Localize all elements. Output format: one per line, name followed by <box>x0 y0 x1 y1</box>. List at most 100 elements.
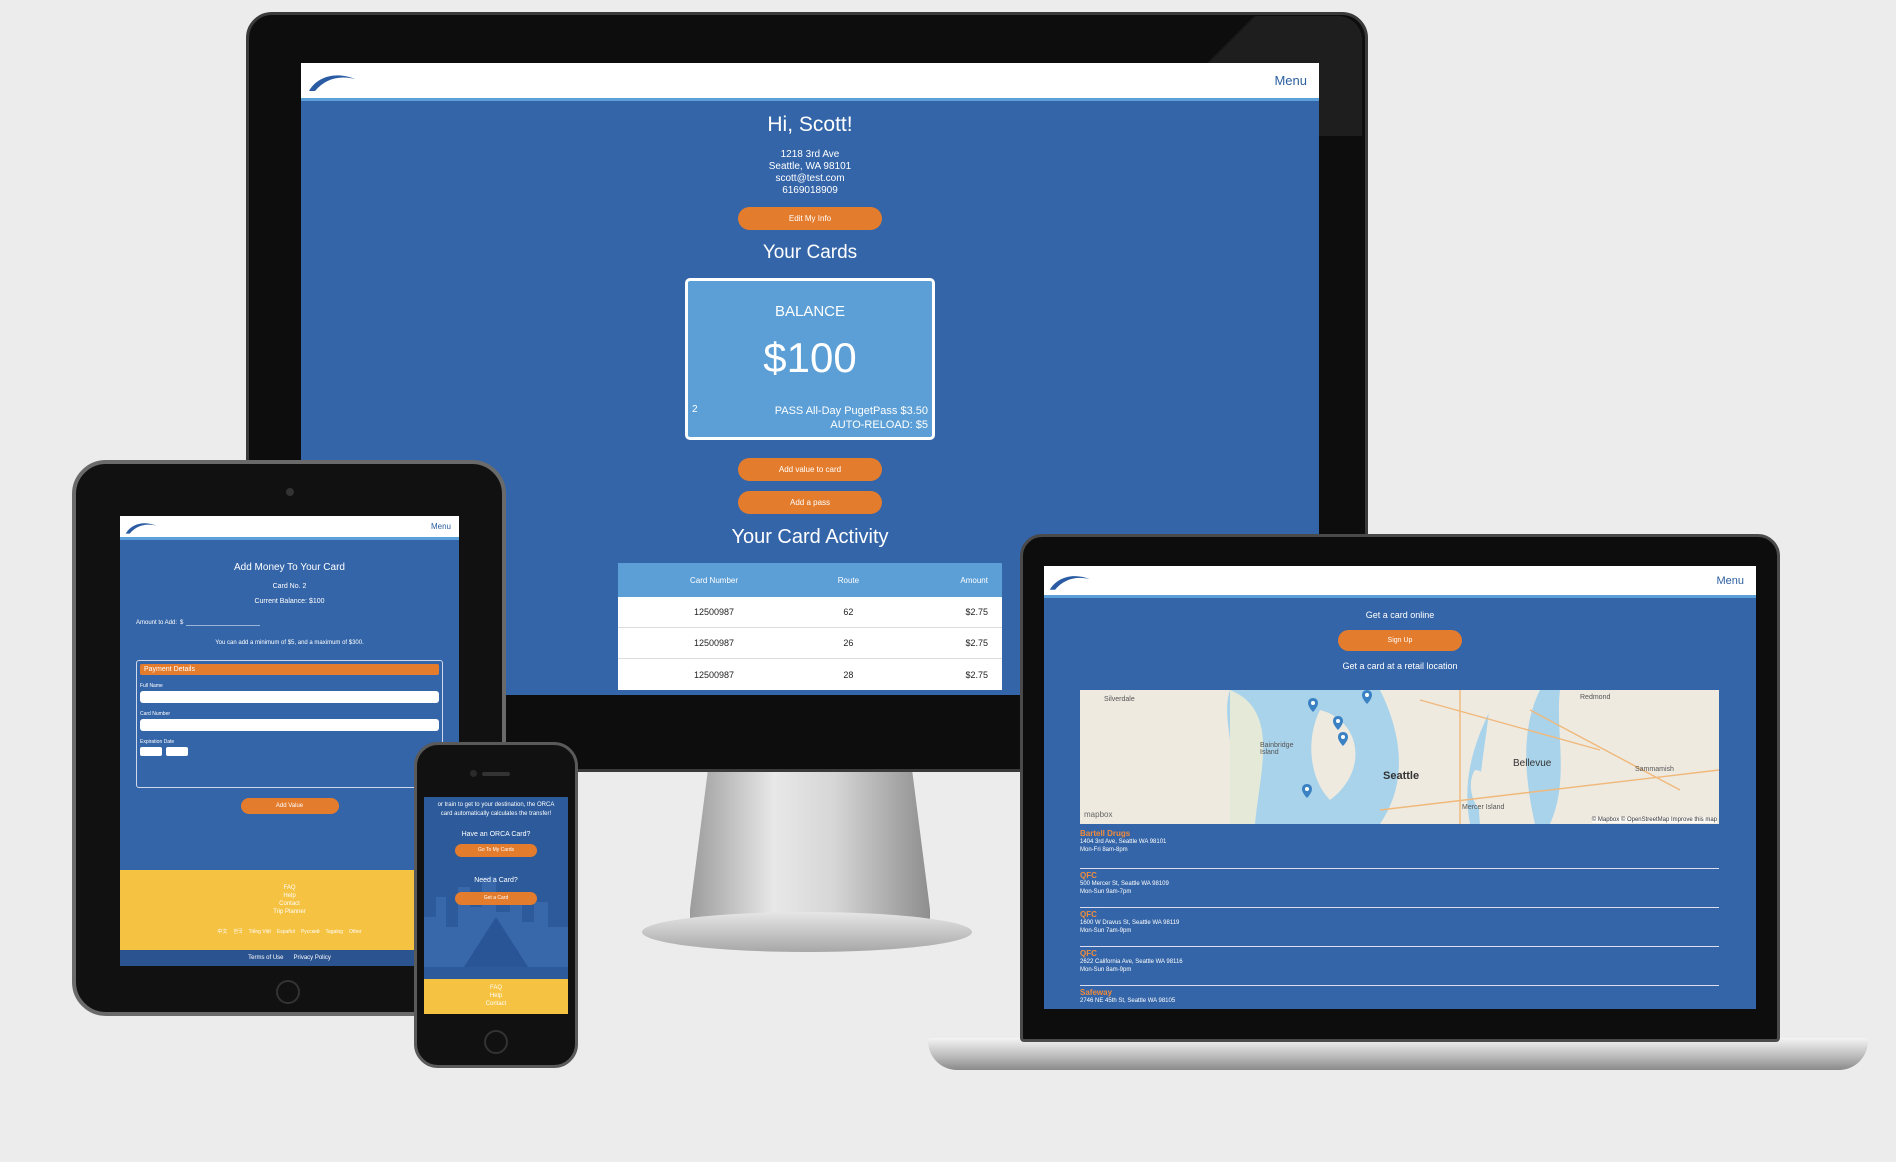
pass-text: PASS All-Day PugetPass $3.50 <box>774 405 928 417</box>
add-value-button[interactable]: Add value to card <box>738 458 882 481</box>
language-link[interactable]: Tiếng Việt <box>249 928 271 936</box>
tablet-header: Menu <box>120 516 459 540</box>
edit-info-button[interactable]: Edit My Info <box>738 207 882 230</box>
footer-link-trip-planner[interactable]: Trip Planner <box>120 908 459 916</box>
laptop-screen: Menu Get a card online Sign Up Get a car… <box>1044 566 1756 1009</box>
card-number-label: Card Number <box>140 711 171 717</box>
signup-button[interactable]: Sign Up <box>1338 630 1462 651</box>
retail-map[interactable]: Seattle Bellevue Bainbridge Island Silve… <box>1080 690 1719 824</box>
monitor-stand <box>690 760 930 930</box>
cell-amount: $2.75 <box>965 669 988 680</box>
table-header-row: Card Number Route Amount <box>618 563 1002 597</box>
map-pin-icon[interactable] <box>1338 732 1348 746</box>
tablet-legal-bar: Terms of Use Privacy Policy <box>120 950 459 966</box>
footer-link-faq[interactable]: FAQ <box>120 884 459 892</box>
full-name-label: Full Name <box>140 683 163 689</box>
add-pass-button[interactable]: Add a pass <box>738 491 882 514</box>
menu-link[interactable]: Menu <box>1716 575 1744 587</box>
list-item[interactable]: Safeway 2746 NE 45th St, Seattle WA 9810… <box>1080 986 1719 1008</box>
address-line1: 1218 3rd Ave <box>780 149 840 160</box>
map-attribution[interactable]: © Mapbox © OpenStreetMap Improve this ma… <box>1591 817 1717 823</box>
map-land <box>1080 690 1719 824</box>
location-hours: Mon-Sun 7am-9pm <box>1080 928 1132 934</box>
footer-link-contact[interactable]: Contact <box>120 900 459 908</box>
exp-month-select[interactable] <box>140 747 162 756</box>
location-hours: Mon-Sun 9am-7pm <box>1080 889 1132 895</box>
footer-link-help[interactable]: Help <box>120 892 459 900</box>
go-to-cards-button[interactable]: Go To My Cards <box>455 844 537 857</box>
list-item[interactable]: Bartell Drugs 1404 3rd Ave, Seattle WA 9… <box>1080 830 1719 869</box>
email-text: scott@test.com <box>775 173 845 184</box>
list-item[interactable]: QFC 2622 California Ave, Seattle WA 9811… <box>1080 947 1719 986</box>
language-link[interactable]: Русский <box>301 928 320 936</box>
location-name: QFC <box>1080 910 1097 919</box>
table-row[interactable]: 12500987 62 $2.75 <box>618 597 1002 628</box>
language-link[interactable]: Other <box>349 928 362 936</box>
amount-input[interactable] <box>186 619 261 626</box>
location-address: 2622 California Ave, Seattle WA 98116 <box>1080 959 1183 965</box>
location-address: 500 Mercer St, Seattle WA 98109 <box>1080 881 1169 887</box>
orca-logo-icon <box>125 523 157 534</box>
terms-link[interactable]: Terms of Use <box>248 955 283 961</box>
tablet-screen: Menu Add Money To Your Card Card No. 2 C… <box>120 516 459 966</box>
cell-route: 62 <box>843 607 854 617</box>
menu-link[interactable]: Menu <box>431 522 451 531</box>
table-row[interactable]: 12500987 28 $2.75 <box>618 659 1002 690</box>
intro-text: or train to get to your destination, the… <box>437 802 555 817</box>
cell-card-number: 12500987 <box>693 669 735 680</box>
amount-label: Amount to Add: <box>136 619 178 626</box>
balance-card[interactable]: BALANCE $100 2 PASS All-Day PugetPass $3… <box>685 278 935 440</box>
language-link[interactable]: Español <box>277 928 295 936</box>
cell-route: 28 <box>843 669 854 680</box>
footer-link-faq[interactable]: FAQ <box>424 984 568 992</box>
add-value-button[interactable]: Add Value <box>240 798 339 814</box>
phone-speaker <box>482 772 510 776</box>
list-item[interactable]: QFC 500 Mercer St, Seattle WA 98109 Mon-… <box>1080 869 1719 908</box>
balance-label: BALANCE <box>774 303 846 320</box>
list-item[interactable]: QFC 1600 W Dravus St, Seattle WA 98119 M… <box>1080 908 1719 947</box>
location-name: Bartell Drugs <box>1080 829 1131 838</box>
tablet-home-button[interactable] <box>276 980 300 1004</box>
map-label-bainbridge: Bainbridge Island <box>1260 742 1294 756</box>
exp-year-select[interactable] <box>166 747 188 756</box>
card-number-text: Card No. 2 <box>272 583 307 590</box>
card-number-input[interactable] <box>140 719 439 731</box>
language-link[interactable]: Tagalog <box>326 928 344 936</box>
cell-card-number: 12500987 <box>693 638 735 648</box>
location-hours: Mon-Fri 8am-8pm <box>1080 847 1128 853</box>
language-link[interactable]: 中文 <box>217 928 227 936</box>
address-line2: Seattle, WA 98101 <box>768 161 852 172</box>
current-balance-text: Current Balance: $100 <box>254 598 325 605</box>
limits-text: You can add a minimum of $5, and a maxim… <box>215 640 364 646</box>
phone-footer: FAQ Help Contact <box>424 979 568 1014</box>
monitor-base <box>642 912 972 952</box>
map-label-redmond: Redmond <box>1580 694 1611 701</box>
location-name: QFC <box>1080 949 1097 958</box>
language-link[interactable]: 한국 <box>233 928 242 936</box>
menu-link[interactable]: Menu <box>1274 73 1307 88</box>
map-label-mercer-island: Mercer Island <box>1462 804 1505 811</box>
table-row[interactable]: 12500987 26 $2.75 <box>618 628 1002 659</box>
map-pin-icon[interactable] <box>1302 784 1312 798</box>
phone-home-button[interactable] <box>484 1030 508 1054</box>
privacy-link[interactable]: Privacy Policy <box>294 955 331 961</box>
footer-link-contact[interactable]: Contact <box>424 1000 568 1008</box>
card-number: 2 <box>692 404 698 415</box>
map-pin-icon[interactable] <box>1362 690 1372 704</box>
laptop-base <box>928 1038 1868 1070</box>
mapbox-logo: mapbox <box>1084 810 1113 819</box>
tablet-footer: FAQ Help Contact Trip Planner 中文 한국 Tiến… <box>120 870 459 950</box>
map-pin-icon[interactable] <box>1333 716 1343 730</box>
get-card-button[interactable]: Get a Card <box>455 892 537 905</box>
phone-text: 6169018909 <box>782 185 838 196</box>
have-card-heading: Have an ORCA Card? <box>461 831 531 838</box>
location-hours: Mon-Sun 8am-9pm <box>1080 967 1132 973</box>
orca-logo-icon <box>309 75 355 91</box>
greeting-heading: Hi, Scott! <box>767 113 853 136</box>
location-address: 1600 W Dravus St, Seattle WA 98119 <box>1080 920 1180 926</box>
footer-link-help[interactable]: Help <box>424 992 568 1000</box>
orca-logo-icon <box>1049 576 1091 590</box>
phone-camera <box>470 770 477 777</box>
full-name-input[interactable] <box>140 691 439 703</box>
map-pin-icon[interactable] <box>1308 698 1318 712</box>
